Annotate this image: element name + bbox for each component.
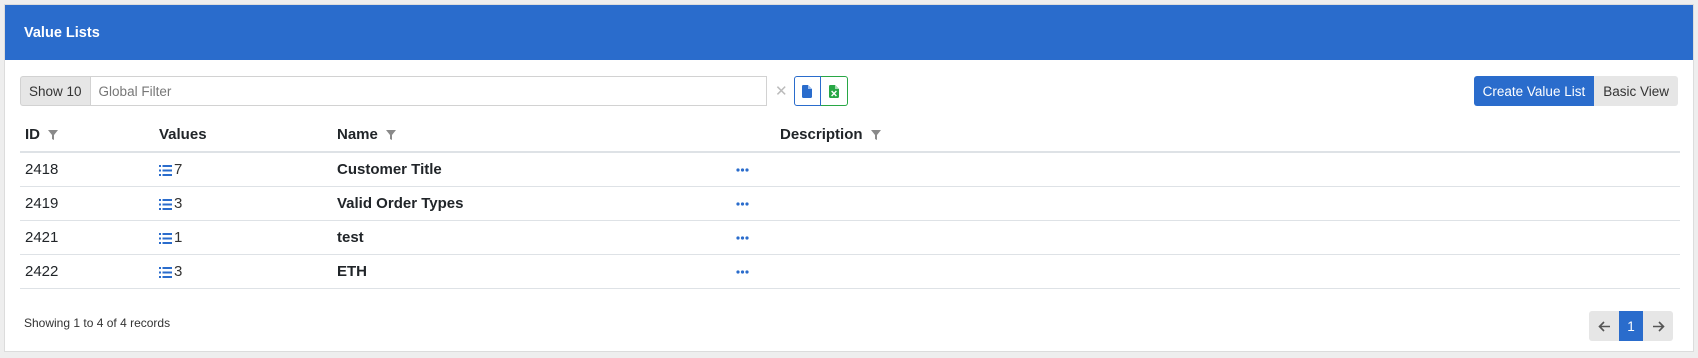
more-actions-icon[interactable]: [736, 201, 749, 206]
values-count: 3: [174, 262, 183, 280]
page-button-current[interactable]: 1: [1619, 311, 1643, 341]
export-excel-button[interactable]: [820, 76, 848, 106]
export-buttons: [793, 76, 848, 106]
excel-icon: [828, 84, 839, 98]
card-header: Value Lists: [5, 5, 1693, 60]
cell-name: test: [332, 220, 731, 255]
list-icon: [159, 198, 172, 210]
close-icon[interactable]: ✕: [775, 82, 788, 100]
table-row[interactable]: 2422 3 ETH: [20, 254, 1680, 289]
cell-id: 2421: [20, 220, 154, 255]
pagination: 1: [1589, 311, 1673, 341]
cell-description: [775, 220, 1680, 255]
list-icon: [159, 266, 172, 278]
cell-description: [775, 152, 1680, 187]
view-actions: Create Value List Basic View: [1473, 76, 1678, 106]
column-label: Values: [159, 126, 207, 143]
column-header-description[interactable]: Description: [775, 118, 1680, 153]
basic-view-button[interactable]: Basic View: [1594, 76, 1678, 106]
cell-values[interactable]: 1: [154, 220, 332, 255]
cell-actions[interactable]: [731, 220, 775, 255]
filter-icon[interactable]: [870, 130, 881, 141]
export-pdf-button[interactable]: [793, 76, 821, 106]
value-lists-table: ID Values Name Description 2418 7 Custom…: [20, 118, 1680, 289]
next-page-button[interactable]: [1643, 311, 1673, 341]
page-title: Value Lists: [24, 24, 100, 41]
more-actions-icon[interactable]: [736, 168, 749, 172]
filter-icon[interactable]: [386, 130, 397, 141]
list-icon: [159, 232, 172, 244]
column-label: Name: [337, 126, 378, 143]
cell-name: ETH: [332, 254, 731, 289]
cell-description: [775, 186, 1680, 221]
cell-id: 2422: [20, 254, 154, 289]
list-icon: [159, 164, 172, 176]
create-value-list-button[interactable]: Create Value List: [1473, 76, 1595, 106]
cell-name: Valid Order Types: [332, 186, 731, 221]
value-lists-card: Value Lists Show 10 ✕ Crea: [4, 4, 1694, 352]
cell-values[interactable]: 3: [154, 254, 332, 289]
more-actions-icon[interactable]: [736, 235, 749, 240]
column-label: Description: [780, 126, 863, 143]
table-row[interactable]: 2419 3 Valid Order Types: [20, 186, 1680, 221]
column-header-name[interactable]: Name: [332, 118, 731, 153]
arrow-left-icon: [1597, 320, 1610, 332]
column-label: ID: [25, 126, 40, 143]
table-row[interactable]: 2418 7 Customer Title: [20, 152, 1680, 187]
table-row[interactable]: 2421 1 test: [20, 220, 1680, 255]
arrow-right-icon: [1652, 320, 1665, 332]
file-icon: [802, 84, 813, 98]
table-header-row: ID Values Name Description: [20, 118, 1680, 153]
cell-values[interactable]: 3: [154, 186, 332, 221]
page-size-button[interactable]: Show 10: [20, 76, 90, 106]
cell-id: 2419: [20, 186, 154, 221]
values-count: 7: [174, 160, 183, 178]
cell-name: Customer Title: [332, 152, 731, 187]
values-count: 3: [174, 194, 183, 212]
values-count: 1: [174, 228, 183, 246]
column-header-values[interactable]: Values: [154, 118, 332, 153]
column-header-actions: [731, 118, 775, 153]
cell-actions[interactable]: [731, 254, 775, 289]
cell-description: [775, 254, 1680, 289]
more-actions-icon[interactable]: [736, 269, 749, 274]
column-header-id[interactable]: ID: [20, 118, 154, 153]
records-info: Showing 1 to 4 of 4 records: [24, 316, 171, 330]
table-toolbar: Show 10 ✕ Create Value List Bas: [20, 76, 1678, 106]
cell-actions[interactable]: [731, 186, 775, 221]
cell-actions[interactable]: [731, 152, 775, 187]
global-filter-wrapper: ✕: [89, 76, 788, 106]
cell-values[interactable]: 7: [154, 152, 332, 187]
prev-page-button[interactable]: [1589, 311, 1619, 341]
cell-id: 2418: [20, 152, 154, 187]
global-filter-input[interactable]: [89, 76, 767, 106]
filter-icon[interactable]: [48, 130, 59, 141]
